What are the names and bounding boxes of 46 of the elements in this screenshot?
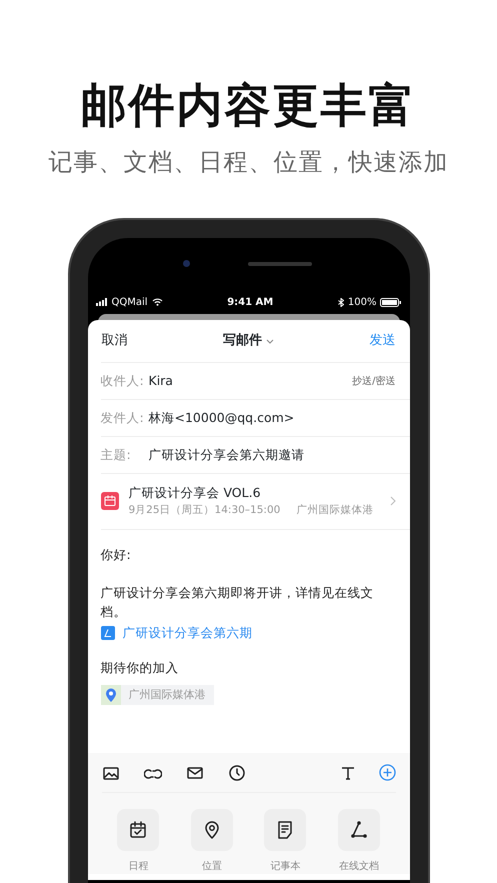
calendar-icon xyxy=(128,820,148,840)
cc-bcc-link[interactable]: 抄送/密送 xyxy=(352,374,396,388)
event-title: 广研设计分享会 VOL.6 xyxy=(128,484,262,502)
text-format-icon[interactable] xyxy=(340,766,354,780)
battery-icon xyxy=(380,298,402,306)
body-paragraph: 广研设计分享会第六期即将开讲，详情见在线文档。 xyxy=(100,584,374,621)
cancel-button[interactable]: 取消 xyxy=(102,331,128,351)
field-label: 收件人: xyxy=(100,372,145,390)
map-pin-icon xyxy=(100,685,120,706)
attachment-button[interactable] xyxy=(338,809,380,851)
attachment-label: 在线文档 xyxy=(338,860,379,874)
subtitle: 记事、文档、日程、位置，快速添加 xyxy=(48,147,450,178)
attachment-button[interactable] xyxy=(117,809,160,851)
attachment-label: 记事本 xyxy=(270,860,300,874)
headline: 邮件内容更丰富 xyxy=(80,77,418,134)
bluetooth-icon xyxy=(338,298,344,306)
attachment-label: 位置 xyxy=(202,860,222,874)
field-value[interactable]: 广研设计分享会第六期邀请 xyxy=(148,446,396,464)
attachment-button[interactable] xyxy=(264,809,306,851)
triangle-nodes-icon xyxy=(348,820,369,840)
send-button[interactable]: 发送 xyxy=(370,331,396,351)
greeting-text: 你好: xyxy=(100,546,132,564)
add-icon[interactable] xyxy=(378,764,396,781)
battery-percent: 100% xyxy=(348,296,376,310)
field-label: 主题: xyxy=(100,446,132,464)
wifi-icon xyxy=(152,298,163,306)
attachment-button[interactable] xyxy=(190,809,233,851)
carrier-name: QQMail xyxy=(112,296,148,310)
event-location: 广州国际媒体港 xyxy=(296,502,374,518)
document-icon xyxy=(100,626,114,640)
calendar-icon xyxy=(100,492,118,510)
event-time: 9月25日（周五）14:30–15:00 xyxy=(128,502,280,518)
signal-icon xyxy=(96,298,108,306)
closing-text: 期待你的加入 xyxy=(100,658,180,676)
field-value[interactable]: 林海<10000@qq.com> xyxy=(148,408,396,428)
caret-icon xyxy=(266,338,274,344)
event-card[interactable]: 广研设计分享会 VOL.6 9月25日（周五）14:30–15:00 广州国际媒体港 xyxy=(100,473,410,530)
field-value[interactable]: Kira xyxy=(148,372,352,390)
chevron-right-icon xyxy=(390,496,396,506)
document-link[interactable]: 广研设计分享会第六期 xyxy=(122,624,252,642)
clock-icon[interactable] xyxy=(228,764,246,782)
field-label: 发件人: xyxy=(100,408,145,427)
compose-title-dropdown[interactable]: 写邮件 xyxy=(223,331,274,351)
clock-time: 9:41 AM xyxy=(227,296,274,310)
speaker-grille xyxy=(248,262,312,266)
attachment-label: 日程 xyxy=(128,860,148,874)
